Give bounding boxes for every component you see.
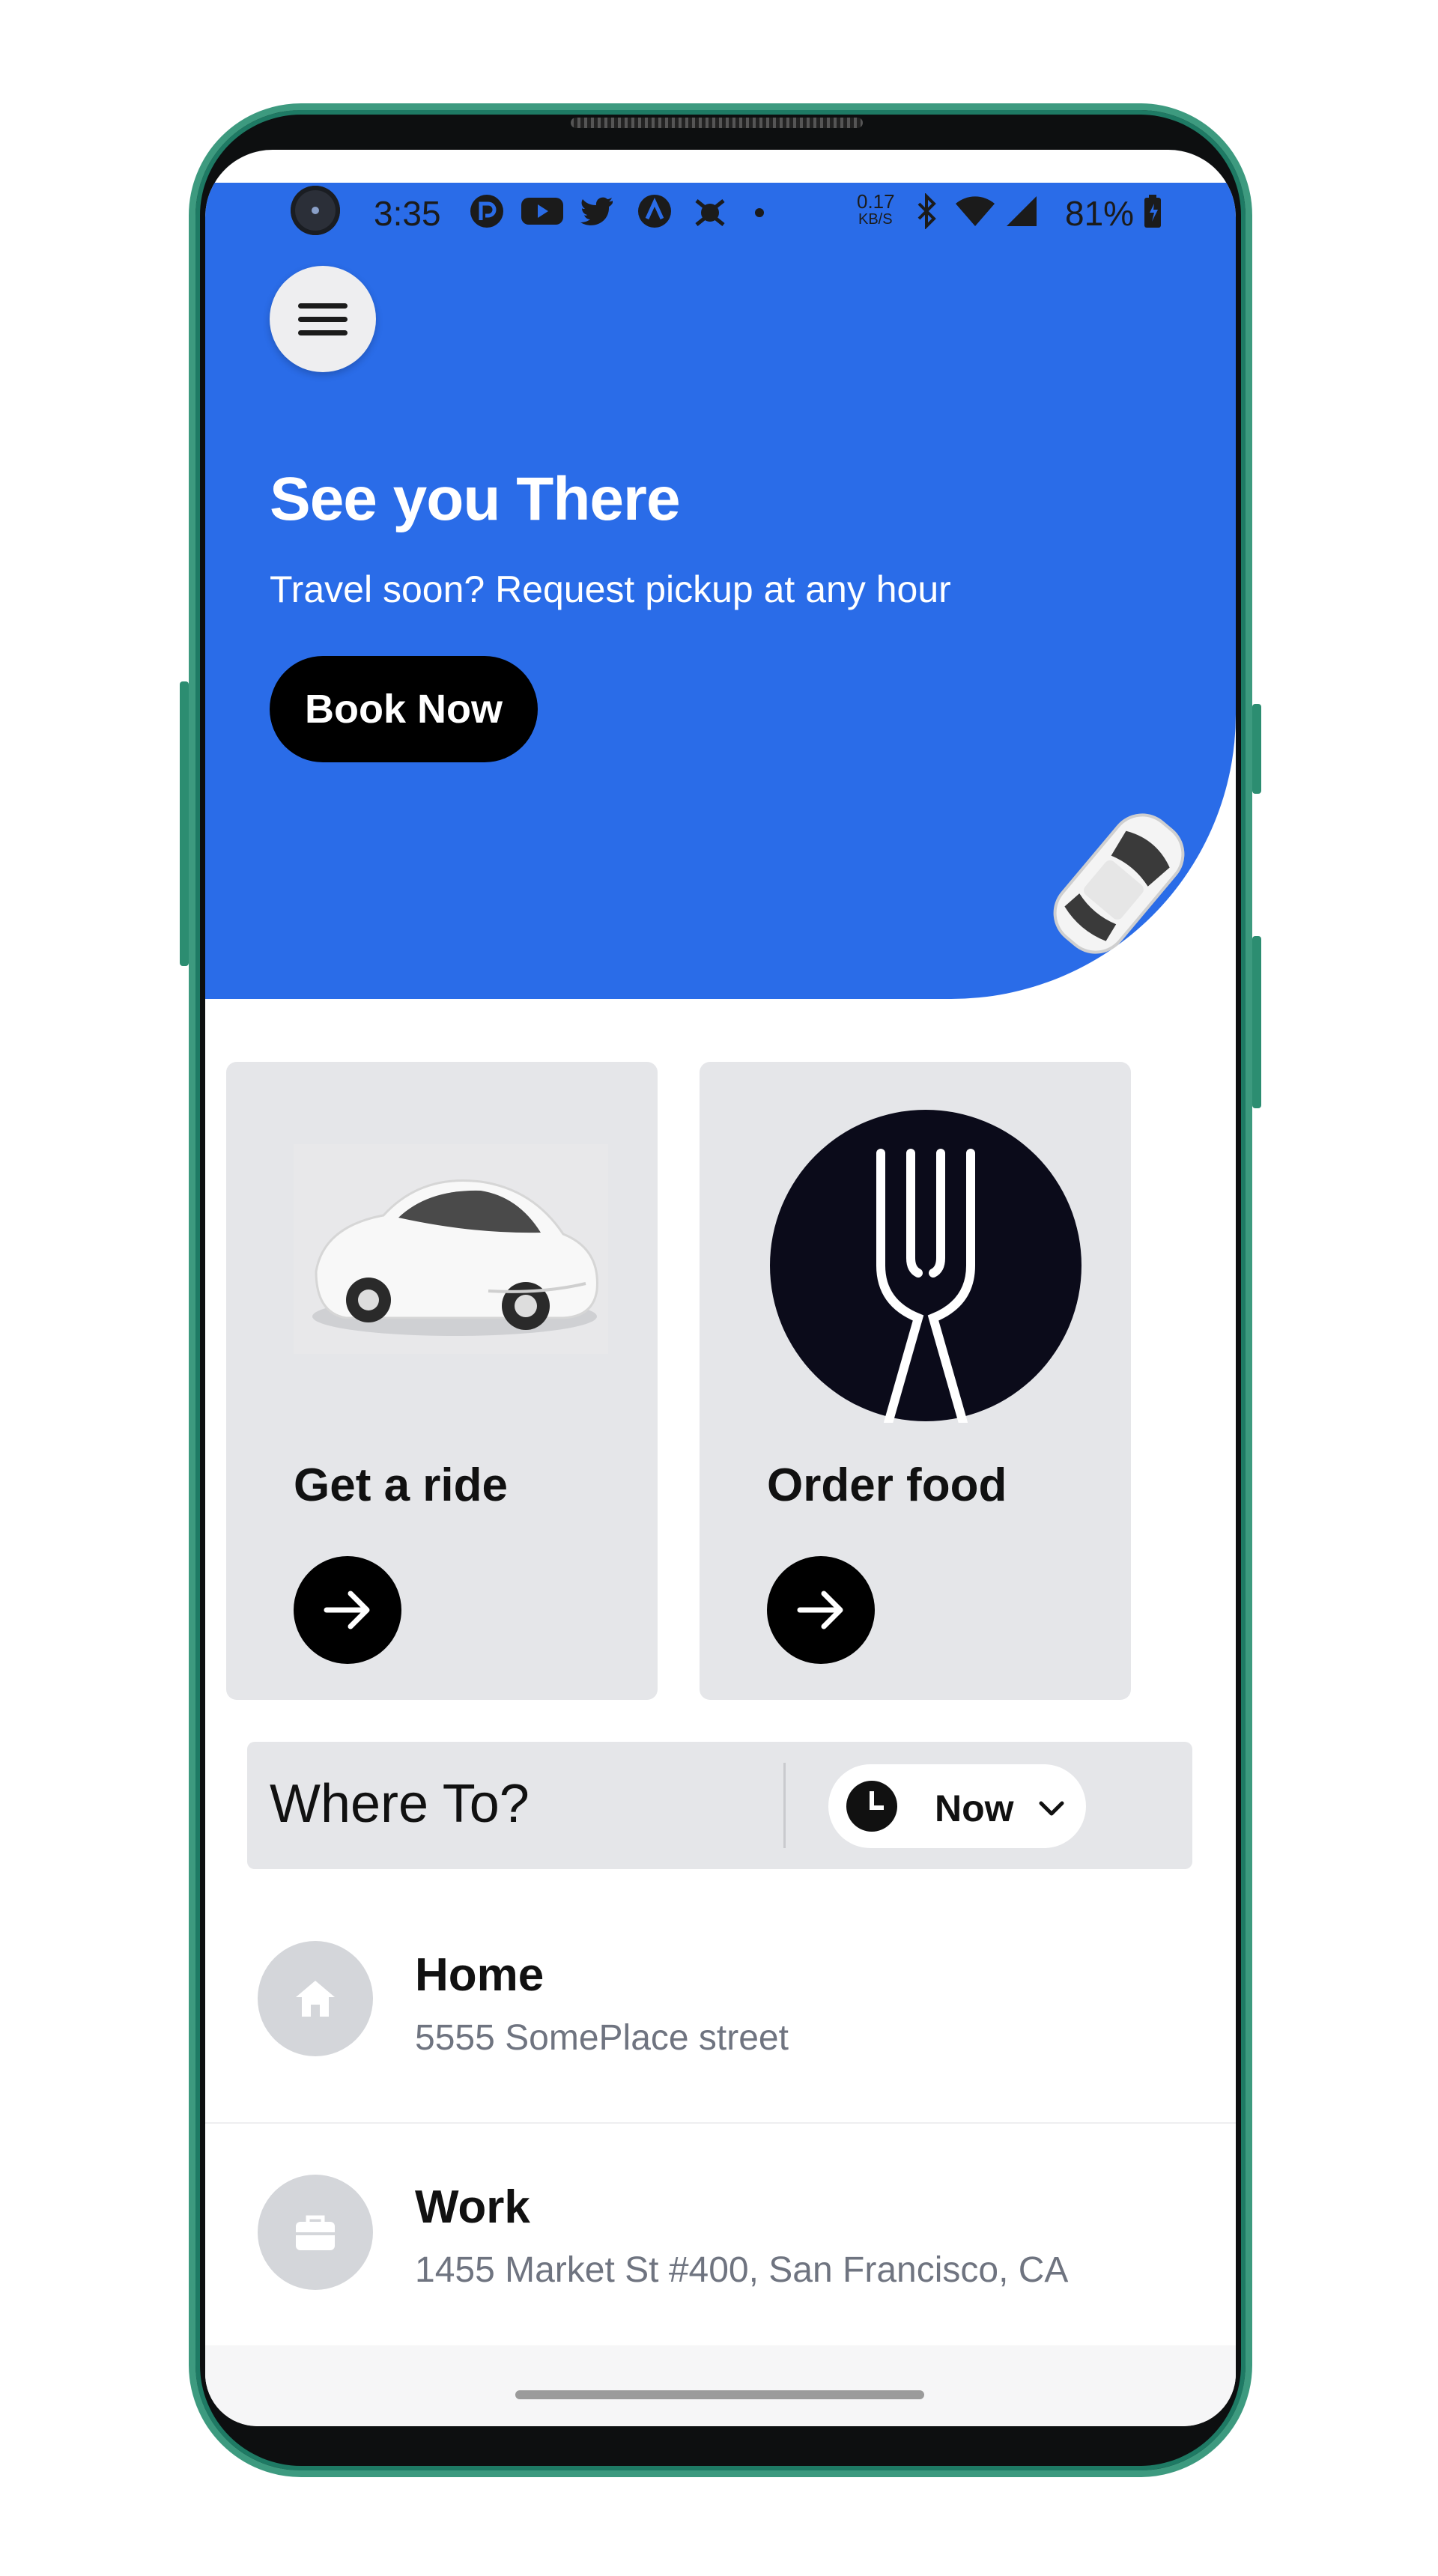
hero-subtitle: Travel soon? Request pickup at any hour <box>270 568 951 610</box>
menu-icon-line-3 <box>298 330 348 335</box>
get-a-ride-arrow-button[interactable] <box>294 1556 401 1664</box>
menu-icon-line-2 <box>298 317 348 322</box>
dot-icon <box>755 208 764 217</box>
gesture-home-bar[interactable] <box>515 2390 924 2399</box>
alert-slider <box>1252 936 1261 1108</box>
car-topview-icon <box>1053 813 1185 954</box>
camera-icon <box>291 186 340 235</box>
saved-place-home[interactable]: Home 5555 SomePlace street <box>205 1889 1236 2122</box>
menu-button[interactable] <box>270 266 376 372</box>
order-food-arrow-button[interactable] <box>767 1556 875 1664</box>
car-icon <box>294 1144 608 1354</box>
where-to-search-bar[interactable]: Where To? Now <box>247 1742 1192 1869</box>
power-button <box>1252 704 1261 794</box>
status-bar: 3:35 0.17 KB/S 81% <box>205 183 1236 247</box>
schedule-time-dropdown[interactable]: Now <box>828 1764 1086 1848</box>
earpiece-speaker <box>571 118 863 128</box>
hero-title: See you There <box>270 465 681 533</box>
status-time: 3:35 <box>374 194 441 233</box>
saved-place-address: 1455 Market St #400, San Francisco, CA <box>415 2250 1069 2290</box>
saved-place-name: Home <box>415 1949 544 2001</box>
app-screen: 3:35 0.17 KB/S 81% See you There Travel … <box>205 150 1236 2426</box>
twitter-icon <box>580 197 613 225</box>
search-divider <box>783 1763 786 1848</box>
arch-icon <box>638 195 671 228</box>
volume-button <box>180 681 189 966</box>
youtube-icon <box>521 198 563 225</box>
where-to-input[interactable]: Where To? <box>270 1773 530 1835</box>
network-speed: 0.17 <box>857 190 895 213</box>
bottom-area <box>205 2345 1236 2426</box>
pocket-casts-icon <box>470 195 503 228</box>
clock-icon <box>846 1781 897 1832</box>
network-unit: KB/S <box>858 211 893 228</box>
chevron-down-icon <box>1039 1801 1064 1816</box>
briefcase-icon-circle <box>258 2175 373 2290</box>
saved-place-address: 5555 SomePlace street <box>415 2018 789 2058</box>
get-a-ride-label: Get a ride <box>294 1459 508 1511</box>
schedule-time-label: Now <box>935 1787 1014 1829</box>
get-a-ride-tile[interactable]: Get a ride <box>226 1062 658 1700</box>
home-icon-circle <box>258 1941 373 2056</box>
bluetooth-icon <box>917 193 936 229</box>
briefcase-icon <box>296 2215 335 2250</box>
arrow-right-icon <box>797 1591 843 1629</box>
battery-percent: 81% <box>1065 194 1135 233</box>
saved-place-name: Work <box>415 2181 530 2233</box>
wifi-icon <box>956 196 995 226</box>
saved-place-work[interactable]: Work 1455 Market St #400, San Francisco,… <box>205 2124 1236 2357</box>
battery-icon <box>1144 195 1161 228</box>
signal-icon <box>1007 196 1037 226</box>
bug-icon <box>695 199 725 226</box>
menu-icon <box>298 303 348 309</box>
arrow-right-icon <box>324 1591 370 1629</box>
home-icon <box>296 1981 335 2017</box>
order-food-tile[interactable]: Order food <box>700 1062 1131 1700</box>
order-food-label: Order food <box>767 1459 1007 1511</box>
fork-icon <box>770 1110 1081 1423</box>
book-now-button[interactable]: Book Now <box>270 656 538 762</box>
